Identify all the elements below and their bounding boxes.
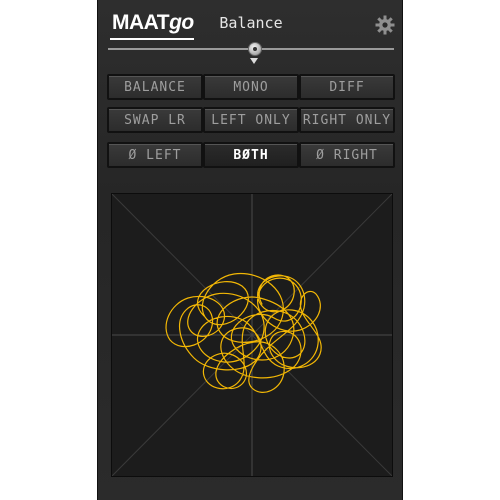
both-button[interactable]: BØTH xyxy=(203,142,299,168)
center-marker-icon xyxy=(250,58,258,64)
plugin-panel: MAATgo Balance BALANCE MONO DIFF SWAP LR… xyxy=(97,0,403,500)
diff-button[interactable]: DIFF xyxy=(299,74,395,100)
gear-icon[interactable] xyxy=(375,15,395,35)
left-only-button[interactable]: LEFT ONLY xyxy=(203,107,299,133)
swap-lr-button[interactable]: SWAP LR xyxy=(107,107,203,133)
mono-button[interactable]: MONO xyxy=(203,74,299,100)
balance-button[interactable]: BALANCE xyxy=(107,74,203,100)
right-only-button[interactable]: RIGHT ONLY xyxy=(299,107,395,133)
balance-slider-thumb[interactable] xyxy=(248,42,262,56)
goniometer-display xyxy=(111,193,393,477)
phase-right-button[interactable]: Ø RIGHT xyxy=(299,142,395,168)
maat-go-logo: MAATgo xyxy=(112,11,194,34)
logo-underline xyxy=(110,38,194,40)
goniometer-trace xyxy=(165,272,322,393)
phase-left-button[interactable]: Ø LEFT xyxy=(107,142,203,168)
